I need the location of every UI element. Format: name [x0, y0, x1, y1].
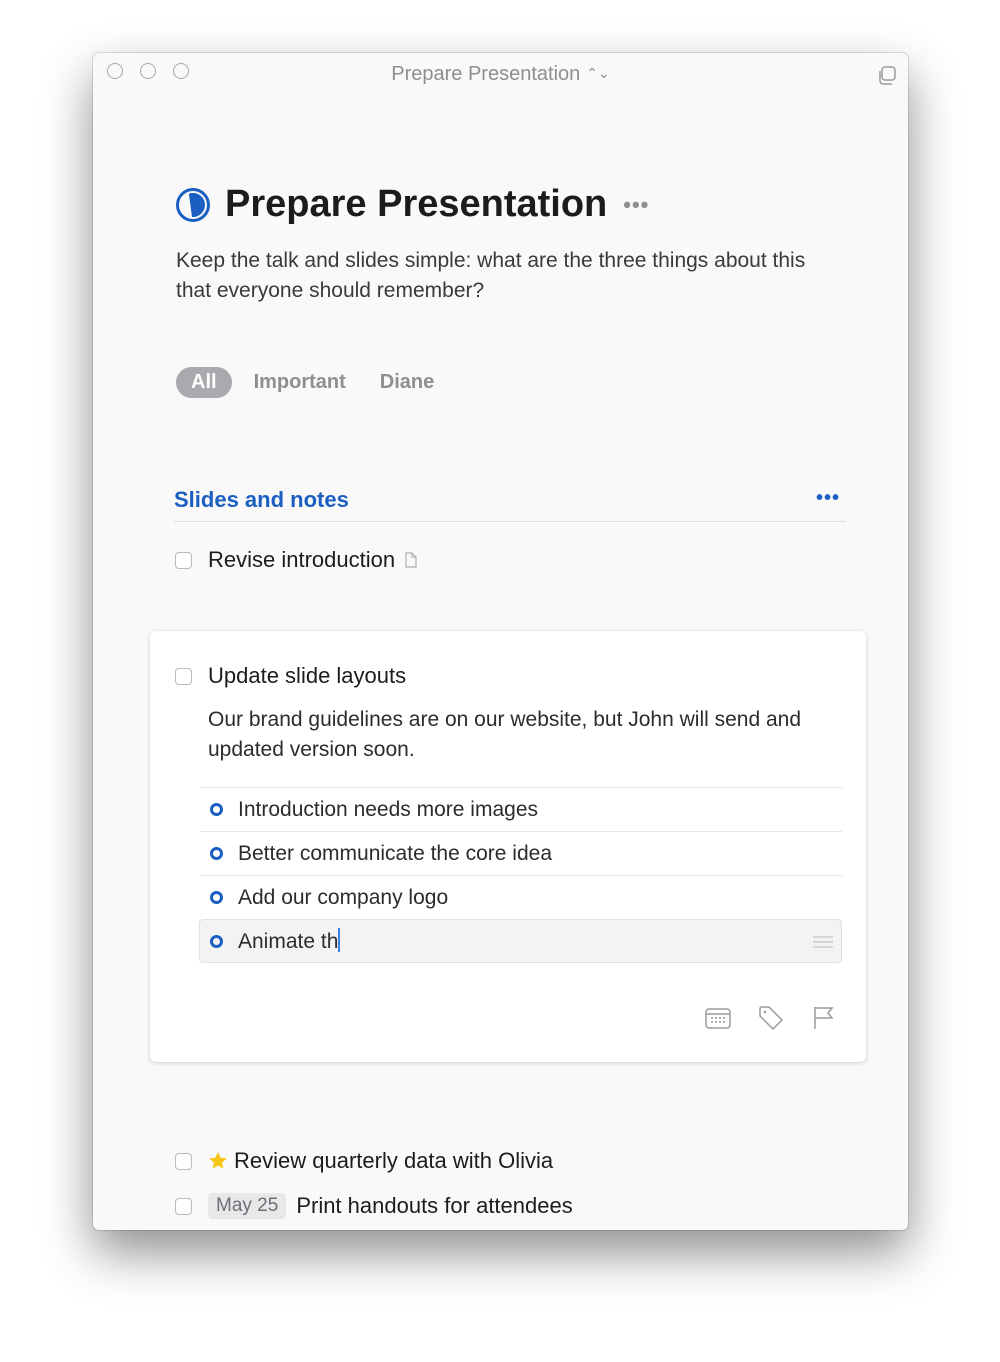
todo-item[interactable]: Revise introduction	[175, 547, 417, 573]
expanded-todo-card: Update slide layouts Our brand guideline…	[150, 631, 866, 1062]
todo-item-expanded[interactable]: Update slide layouts	[175, 663, 406, 689]
todo-title: Print handouts for attendees	[296, 1193, 573, 1218]
tag-filter-bar: All Important Diane	[176, 367, 468, 398]
checklist-text: Better communicate the core idea	[238, 841, 552, 865]
todo-checkbox[interactable]	[175, 551, 192, 569]
checklist-text: Introduction needs more images	[238, 797, 538, 821]
window-title-menu[interactable]: Prepare Presentation ⌃⌄	[93, 63, 908, 86]
project-header: Prepare Presentation •••	[175, 183, 649, 226]
checklist-text: Add our company logo	[238, 885, 449, 909]
todo-title: Revise introduction	[208, 547, 396, 572]
checklist-item[interactable]: Introduction needs more images	[200, 787, 842, 831]
drag-handle-icon[interactable]	[813, 936, 833, 948]
tag-icon[interactable]	[757, 1004, 785, 1032]
chevron-updown-icon: ⌃⌄	[586, 65, 610, 81]
duplicate-window-icon[interactable]	[876, 65, 898, 87]
project-more-button[interactable]: •••	[623, 192, 649, 218]
heading-section: Slides and notes •••	[174, 483, 846, 522]
text-cursor	[338, 928, 341, 952]
checklist-input-value: Animate th	[238, 930, 339, 953]
todo-checkbox[interactable]	[175, 1152, 192, 1170]
todo-item[interactable]: Review quarterly data with Olivia	[175, 1148, 553, 1174]
project-progress-icon[interactable]	[175, 187, 211, 223]
checklist-circle-icon[interactable]	[210, 934, 223, 948]
checklist-item[interactable]: Add our company logo	[200, 875, 842, 919]
star-icon	[209, 1152, 227, 1169]
checklist-item[interactable]: Better communicate the core idea	[200, 831, 842, 875]
title-bar: Prepare Presentation ⌃⌄	[93, 53, 908, 97]
todo-item[interactable]: May 25 Print handouts for attendees	[175, 1193, 573, 1219]
date-badge: May 25	[208, 1193, 287, 1219]
checklist: Introduction needs more images Better co…	[199, 787, 842, 963]
filter-important[interactable]: Important	[254, 367, 346, 398]
notes-indicator-icon	[405, 552, 417, 568]
todo-title[interactable]: Update slide layouts	[208, 663, 406, 689]
checklist-circle-icon[interactable]	[210, 847, 223, 860]
filter-all[interactable]: All	[176, 367, 232, 398]
checklist-circle-icon[interactable]	[210, 803, 223, 816]
calendar-icon[interactable]	[704, 1004, 732, 1032]
deadline-flag-icon[interactable]	[810, 1004, 838, 1032]
window-title: Prepare Presentation	[391, 63, 581, 85]
heading-title[interactable]: Slides and notes	[174, 487, 349, 513]
todo-notes[interactable]: Our brand guidelines are on our website,…	[208, 705, 828, 765]
checklist-circle-icon[interactable]	[210, 891, 223, 904]
app-window: Prepare Presentation ⌃⌄ Prepare Presentat…	[93, 53, 908, 1230]
filter-diane[interactable]: Diane	[380, 367, 434, 398]
todo-checkbox[interactable]	[175, 667, 192, 685]
todo-title: Review quarterly data with Olivia	[234, 1148, 554, 1173]
heading-more-button[interactable]: •••	[816, 487, 840, 510]
project-notes[interactable]: Keep the talk and slides simple: what ar…	[176, 246, 816, 306]
project-title[interactable]: Prepare Presentation	[225, 183, 607, 226]
checklist-item-editing[interactable]: Animate th	[199, 919, 842, 963]
todo-checkbox[interactable]	[175, 1197, 192, 1215]
checklist-input[interactable]: Animate th	[238, 928, 341, 954]
todo-toolbar	[679, 1004, 838, 1032]
